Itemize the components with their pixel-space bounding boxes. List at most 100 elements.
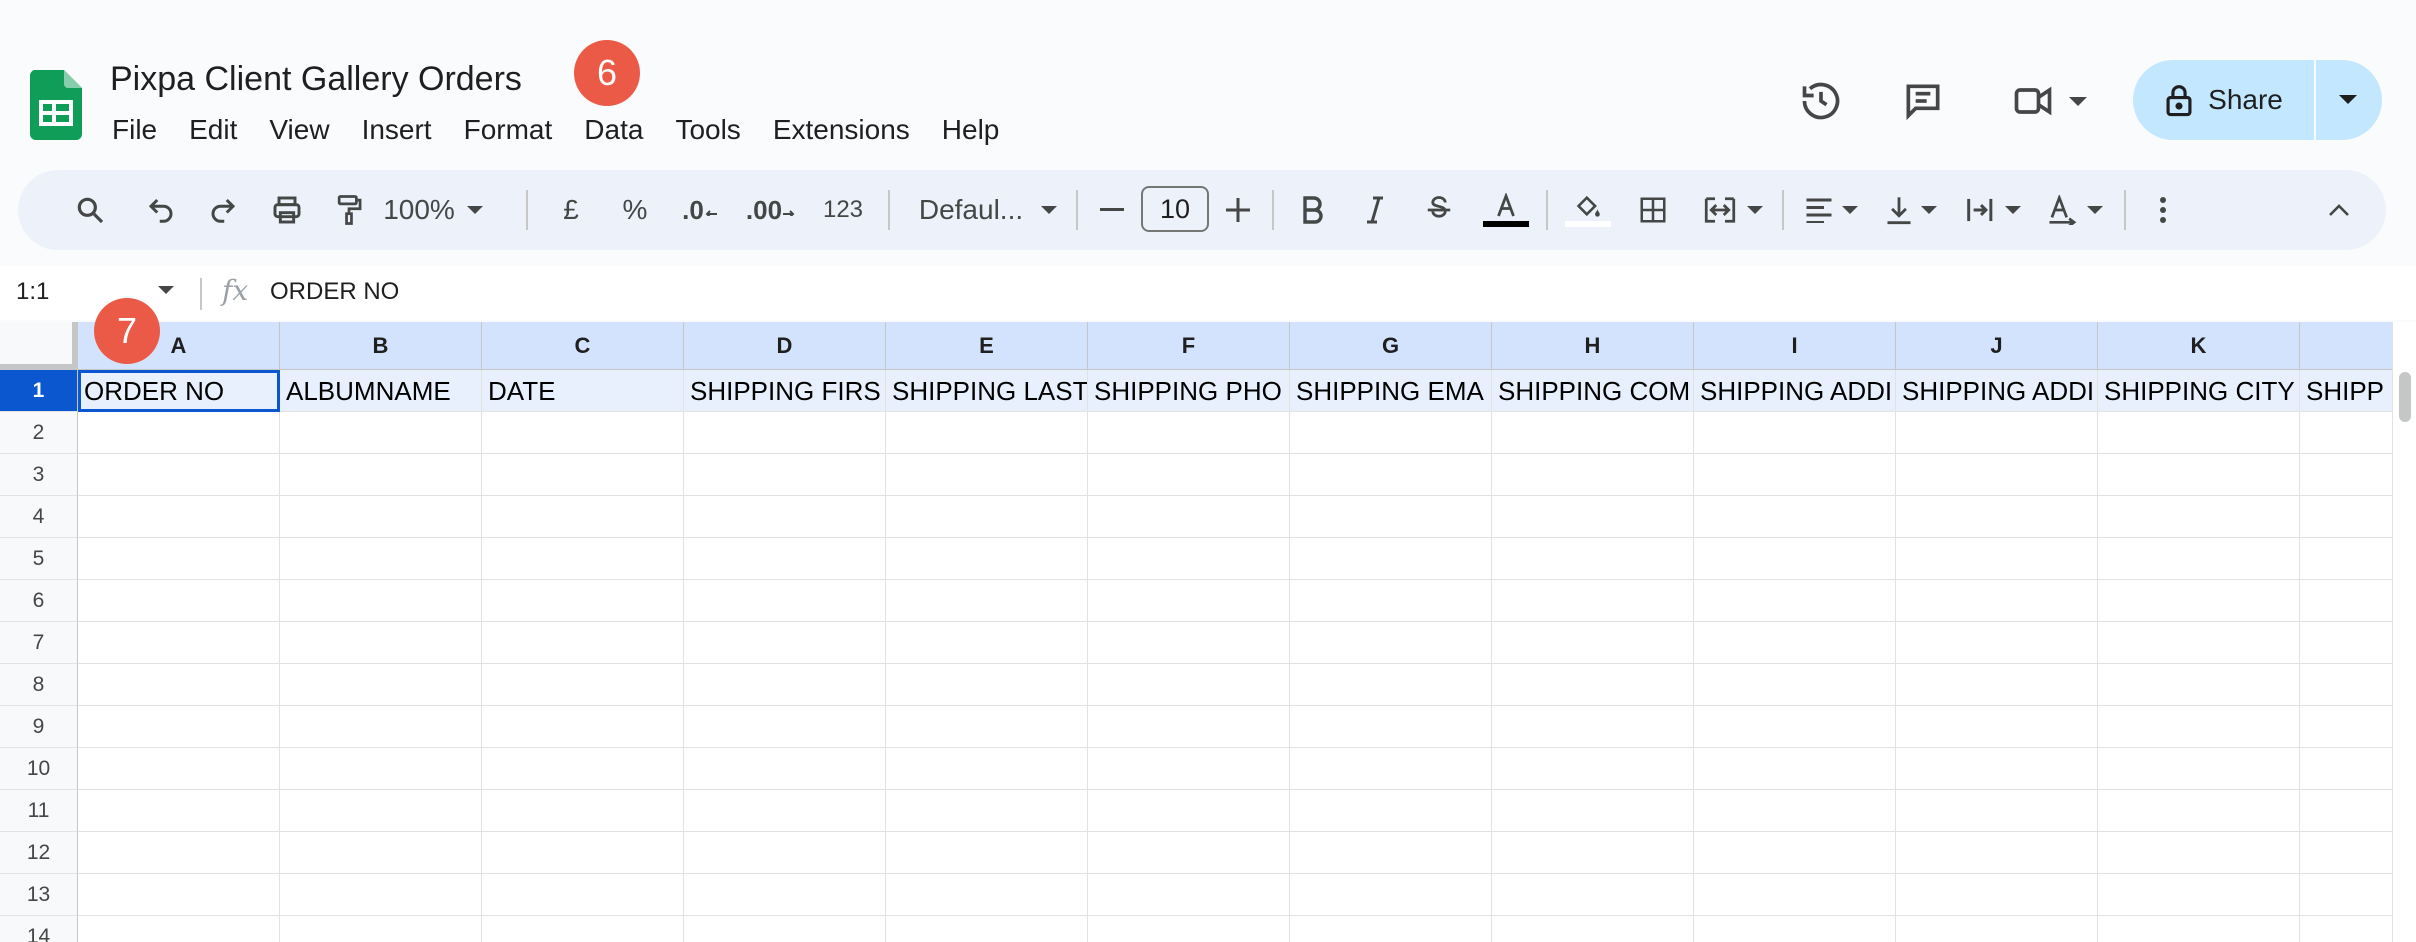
cell[interactable] xyxy=(1290,538,1492,580)
cell[interactable] xyxy=(684,832,886,874)
zoom-select[interactable]: 100% xyxy=(378,170,488,250)
cell[interactable] xyxy=(1896,412,2098,454)
cell[interactable] xyxy=(2300,790,2392,832)
cell[interactable] xyxy=(2300,622,2392,664)
cell[interactable] xyxy=(1290,706,1492,748)
cell[interactable] xyxy=(482,454,684,496)
menu-data[interactable]: Data xyxy=(584,114,643,150)
cell[interactable] xyxy=(78,874,280,916)
cell[interactable] xyxy=(1088,496,1290,538)
cell[interactable] xyxy=(886,790,1088,832)
cell[interactable] xyxy=(78,622,280,664)
cell[interactable] xyxy=(280,664,482,706)
cell[interactable] xyxy=(78,706,280,748)
cell[interactable] xyxy=(2098,748,2300,790)
cell[interactable] xyxy=(1088,580,1290,622)
cell[interactable] xyxy=(482,874,684,916)
cell[interactable] xyxy=(1694,706,1896,748)
cell[interactable] xyxy=(2098,832,2300,874)
font-family-select[interactable]: Defaul... xyxy=(898,170,1078,250)
menu-edit[interactable]: Edit xyxy=(189,114,237,150)
cell[interactable] xyxy=(1492,454,1694,496)
cell[interactable] xyxy=(1694,916,1896,942)
cell[interactable] xyxy=(2300,580,2392,622)
cell[interactable] xyxy=(482,748,684,790)
redo-icon[interactable] xyxy=(198,170,248,250)
row-header[interactable]: 3 xyxy=(0,454,78,496)
font-size-input[interactable]: 10 xyxy=(1141,186,1209,232)
menu-file[interactable]: File xyxy=(112,114,157,150)
cell[interactable] xyxy=(1694,748,1896,790)
cell[interactable] xyxy=(1694,538,1896,580)
cell[interactable] xyxy=(78,496,280,538)
column-header[interactable]: F xyxy=(1088,322,1290,370)
cell[interactable] xyxy=(1290,790,1492,832)
cell[interactable] xyxy=(280,496,482,538)
row-header[interactable]: 10 xyxy=(0,748,78,790)
cell[interactable] xyxy=(1088,832,1290,874)
cell[interactable] xyxy=(1290,916,1492,942)
row-header[interactable]: 14 xyxy=(0,916,78,942)
cell[interactable]: SHIPPING PHO xyxy=(1088,370,1290,412)
cell[interactable] xyxy=(280,832,482,874)
cell[interactable] xyxy=(684,496,886,538)
cell[interactable] xyxy=(2300,832,2392,874)
cell[interactable] xyxy=(2098,496,2300,538)
cell[interactable] xyxy=(1290,622,1492,664)
cell[interactable] xyxy=(1694,412,1896,454)
cell[interactable] xyxy=(1088,412,1290,454)
menu-insert[interactable]: Insert xyxy=(362,114,432,150)
cell[interactable] xyxy=(78,916,280,942)
cell[interactable] xyxy=(1492,622,1694,664)
text-rotation-icon[interactable] xyxy=(2038,170,2112,250)
cell[interactable] xyxy=(1694,664,1896,706)
cell[interactable] xyxy=(482,832,684,874)
increase-font-size-icon[interactable] xyxy=(1216,170,1260,250)
cell[interactable] xyxy=(280,538,482,580)
cell[interactable] xyxy=(886,580,1088,622)
cell[interactable] xyxy=(280,874,482,916)
cell[interactable] xyxy=(1896,622,2098,664)
cell[interactable] xyxy=(886,538,1088,580)
cell[interactable] xyxy=(1290,454,1492,496)
cell[interactable] xyxy=(2098,706,2300,748)
cell[interactable] xyxy=(1492,412,1694,454)
cell[interactable] xyxy=(78,538,280,580)
scrollbar-thumb[interactable] xyxy=(2399,372,2411,422)
share-main[interactable]: Share xyxy=(2133,60,2316,140)
cell[interactable] xyxy=(482,706,684,748)
cell[interactable] xyxy=(78,790,280,832)
paint-format-icon[interactable] xyxy=(324,170,374,250)
cell[interactable] xyxy=(2098,790,2300,832)
cell[interactable]: SHIPPING ADDI xyxy=(1694,370,1896,412)
document-title[interactable]: Pixpa Client Gallery Orders xyxy=(110,60,522,99)
cell[interactable] xyxy=(684,622,886,664)
cell[interactable] xyxy=(1694,790,1896,832)
cell[interactable] xyxy=(1492,832,1694,874)
cell[interactable] xyxy=(2098,622,2300,664)
cell[interactable] xyxy=(1290,874,1492,916)
cell[interactable] xyxy=(886,454,1088,496)
cell[interactable] xyxy=(1896,706,2098,748)
cell[interactable] xyxy=(78,412,280,454)
cell[interactable] xyxy=(684,748,886,790)
cell[interactable] xyxy=(886,916,1088,942)
share-dropdown-icon[interactable] xyxy=(2316,60,2380,140)
more-options-icon[interactable] xyxy=(2138,170,2188,250)
cell[interactable] xyxy=(280,622,482,664)
cell[interactable] xyxy=(1896,664,2098,706)
more-formats-button[interactable]: 123 xyxy=(810,170,876,250)
cell[interactable] xyxy=(1290,748,1492,790)
cell[interactable] xyxy=(2300,412,2392,454)
cell[interactable] xyxy=(280,454,482,496)
cell[interactable] xyxy=(1896,496,2098,538)
cell[interactable]: ORDER NO xyxy=(78,370,280,412)
row-header[interactable]: 1 xyxy=(0,370,78,412)
cell[interactable] xyxy=(1694,454,1896,496)
cell[interactable] xyxy=(2098,580,2300,622)
version-history-icon[interactable] xyxy=(1796,76,1846,126)
menu-help[interactable]: Help xyxy=(942,114,1000,150)
text-color-icon[interactable] xyxy=(1476,170,1536,250)
name-box-dropdown-icon[interactable] xyxy=(158,286,174,295)
name-box[interactable]: 1:1 xyxy=(16,278,49,306)
